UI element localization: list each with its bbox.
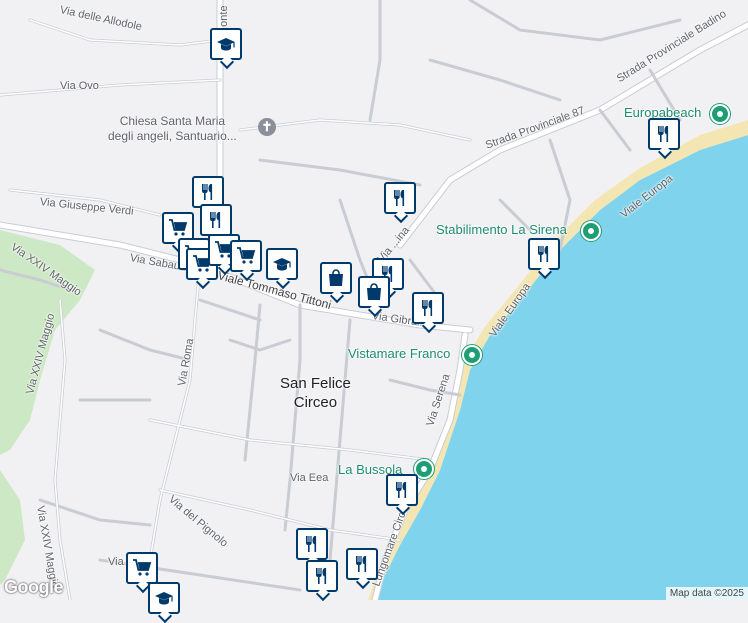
shopping-bag-marker[interactable] (320, 262, 352, 294)
restaurant-marker[interactable] (386, 474, 418, 506)
street-label: Via Eea (290, 472, 329, 484)
poi-label: Stabilimento La Sirena (436, 222, 567, 237)
church-icon[interactable]: ✝ (258, 118, 276, 136)
map-attribution[interactable]: Map data ©2025 (665, 587, 748, 600)
restaurant-marker[interactable] (200, 204, 232, 236)
shopping-bag-marker[interactable] (358, 276, 390, 308)
street-label: Via Ovo (60, 80, 99, 92)
restaurant-marker[interactable] (346, 548, 378, 580)
school-marker[interactable] (210, 28, 242, 60)
restaurant-marker[interactable] (306, 560, 338, 592)
restaurant-marker[interactable] (648, 118, 680, 150)
school-marker[interactable] (148, 582, 180, 614)
restaurant-marker[interactable] (384, 182, 416, 214)
school-marker[interactable] (266, 248, 298, 280)
restaurant-marker[interactable] (412, 292, 444, 324)
restaurant-marker[interactable] (296, 528, 328, 560)
poi-pin-icon[interactable] (462, 345, 482, 365)
town-label: San Felice Circeo (280, 375, 351, 411)
church-label: Chiesa Santa Maria degli angeli, Santuar… (108, 114, 237, 143)
shopping-cart-marker[interactable] (230, 240, 262, 272)
street-label: Via (108, 556, 124, 568)
restaurant-marker[interactable] (528, 238, 560, 270)
poi-pin-icon[interactable] (581, 221, 601, 241)
shopping-cart-marker[interactable] (126, 552, 158, 584)
poi-label: Vistamare Franco (348, 346, 451, 361)
google-logo: Google (4, 577, 64, 597)
poi-pin-icon[interactable] (710, 104, 730, 124)
